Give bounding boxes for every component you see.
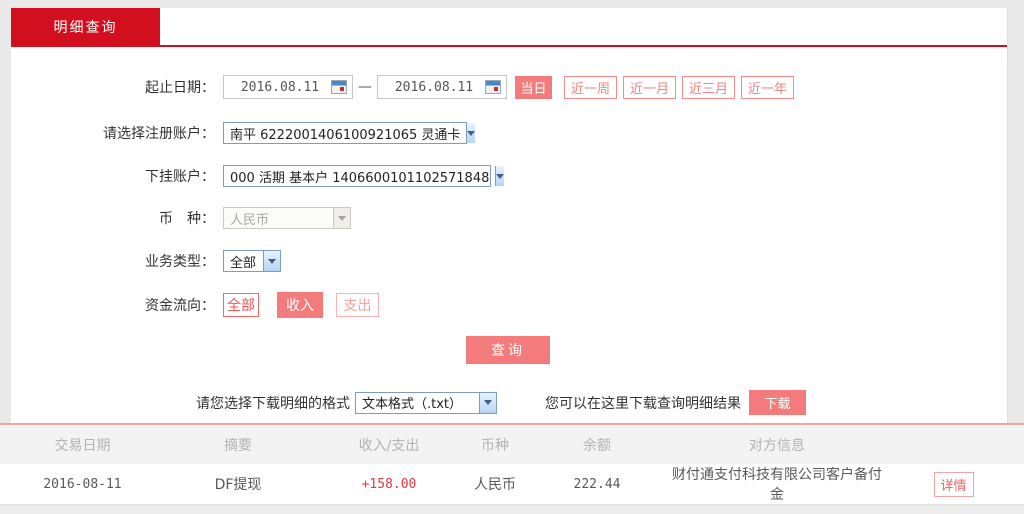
sub-account-value: 000 活期 基本户 1406600101102571848 xyxy=(224,167,495,186)
flow-all-button[interactable]: 全部 xyxy=(223,293,259,317)
header-summary: 摘要 xyxy=(165,435,311,455)
download-format-label: 请您选择下载明细的格式 xyxy=(196,393,350,413)
fund-flow-label: 资金流向： xyxy=(11,295,215,315)
date-to-input[interactable]: 2016.08.11 xyxy=(377,75,507,99)
header-counterparty: 对方信息 xyxy=(671,435,883,455)
currency-row: 币 种： 人民币 xyxy=(11,207,351,229)
sub-account-select[interactable]: 000 活期 基本户 1406600101102571848 xyxy=(223,165,491,187)
cell-action: 详情 xyxy=(883,472,1024,497)
detail-button[interactable]: 详情 xyxy=(934,472,974,497)
cell-counterparty: 财付通支付科技有限公司客户备付金 xyxy=(671,464,883,504)
registered-account-row: 请选择注册账户： 南平 6222001406100921065 灵通卡 xyxy=(11,122,467,144)
chevron-down-icon[interactable] xyxy=(263,251,280,271)
chevron-down-icon[interactable] xyxy=(495,166,504,186)
download-hint-text: 您可以在这里下载查询明细结果 xyxy=(545,393,741,413)
date-range-row: 起止日期： 2016.08.11 — 2016.08.11 当日 近一周 近一月… xyxy=(11,75,794,99)
query-button[interactable]: 查询 xyxy=(466,336,550,364)
quick-range-year-button[interactable]: 近一年 xyxy=(741,76,794,99)
registered-account-select[interactable]: 南平 6222001406100921065 灵通卡 xyxy=(223,122,467,144)
quick-range-3months-button[interactable]: 近三月 xyxy=(682,76,735,99)
header-balance: 余额 xyxy=(523,435,671,455)
download-format-select[interactable]: 文本格式（.txt） xyxy=(355,392,497,414)
header-income-expense: 收入/支出 xyxy=(311,435,467,455)
cell-balance: 222.44 xyxy=(523,477,671,492)
chevron-down-icon xyxy=(333,208,350,228)
cell-transaction-date: 2016-08-11 xyxy=(0,477,165,492)
quick-range-week-button[interactable]: 近一周 xyxy=(564,76,617,99)
results-table: 交易日期 摘要 收入/支出 币种 余额 对方信息 2016-08-11 DF提现… xyxy=(0,423,1024,514)
date-from-input[interactable]: 2016.08.11 xyxy=(223,75,353,99)
tab-underline xyxy=(11,45,1007,47)
business-type-value: 全部 xyxy=(224,252,263,271)
download-format-value: 文本格式（.txt） xyxy=(356,393,479,412)
quick-range-today-button[interactable]: 当日 xyxy=(515,76,552,99)
sub-account-label: 下挂账户： xyxy=(11,166,215,186)
date-from-value[interactable]: 2016.08.11 xyxy=(229,80,331,95)
table-footer-strip xyxy=(0,505,1024,514)
cell-summary: DF提现 xyxy=(165,474,311,494)
download-row: 请您选择下载明细的格式 文本格式（.txt） 您可以在这里下载查询明细结果 下载 xyxy=(11,390,806,415)
download-button[interactable]: 下载 xyxy=(749,390,806,415)
currency-select: 人民币 xyxy=(223,207,351,229)
fund-flow-row: 资金流向： 全部 收入 支出 xyxy=(11,292,379,318)
header-transaction-date: 交易日期 xyxy=(0,435,165,455)
calendar-icon[interactable] xyxy=(485,80,501,94)
table-header-row: 交易日期 摘要 收入/支出 币种 余额 对方信息 xyxy=(0,425,1024,464)
sub-account-row: 下挂账户： 000 活期 基本户 1406600101102571848 xyxy=(11,165,491,187)
flow-income-button[interactable]: 收入 xyxy=(277,292,323,318)
currency-value: 人民币 xyxy=(224,209,333,228)
cell-currency: 人民币 xyxy=(467,474,523,494)
main-panel: 明细查询 起止日期： 2016.08.11 — 2016.08.11 当日 近一… xyxy=(11,8,1008,423)
date-to-value[interactable]: 2016.08.11 xyxy=(383,80,485,95)
business-type-row: 业务类型： 全部 xyxy=(11,250,281,272)
quick-range-month-button[interactable]: 近一月 xyxy=(623,76,676,99)
chevron-down-icon[interactable] xyxy=(466,123,475,143)
calendar-icon[interactable] xyxy=(331,80,347,94)
registered-account-value: 南平 6222001406100921065 灵通卡 xyxy=(224,124,466,143)
chevron-down-icon[interactable] xyxy=(479,393,496,413)
table-row: 2016-08-11 DF提现 +158.00 人民币 222.44 财付通支付… xyxy=(0,464,1024,505)
business-type-select[interactable]: 全部 xyxy=(223,250,281,272)
registered-account-label: 请选择注册账户： xyxy=(11,123,215,143)
flow-expense-button[interactable]: 支出 xyxy=(336,293,379,317)
cell-amount: +158.00 xyxy=(311,477,467,492)
business-type-label: 业务类型： xyxy=(11,251,215,271)
date-range-separator: — xyxy=(358,79,372,95)
tab-detail-query[interactable]: 明细查询 xyxy=(11,8,160,45)
currency-label: 币 种： xyxy=(11,208,215,228)
header-currency: 币种 xyxy=(467,435,523,455)
date-range-label: 起止日期： xyxy=(11,77,215,97)
